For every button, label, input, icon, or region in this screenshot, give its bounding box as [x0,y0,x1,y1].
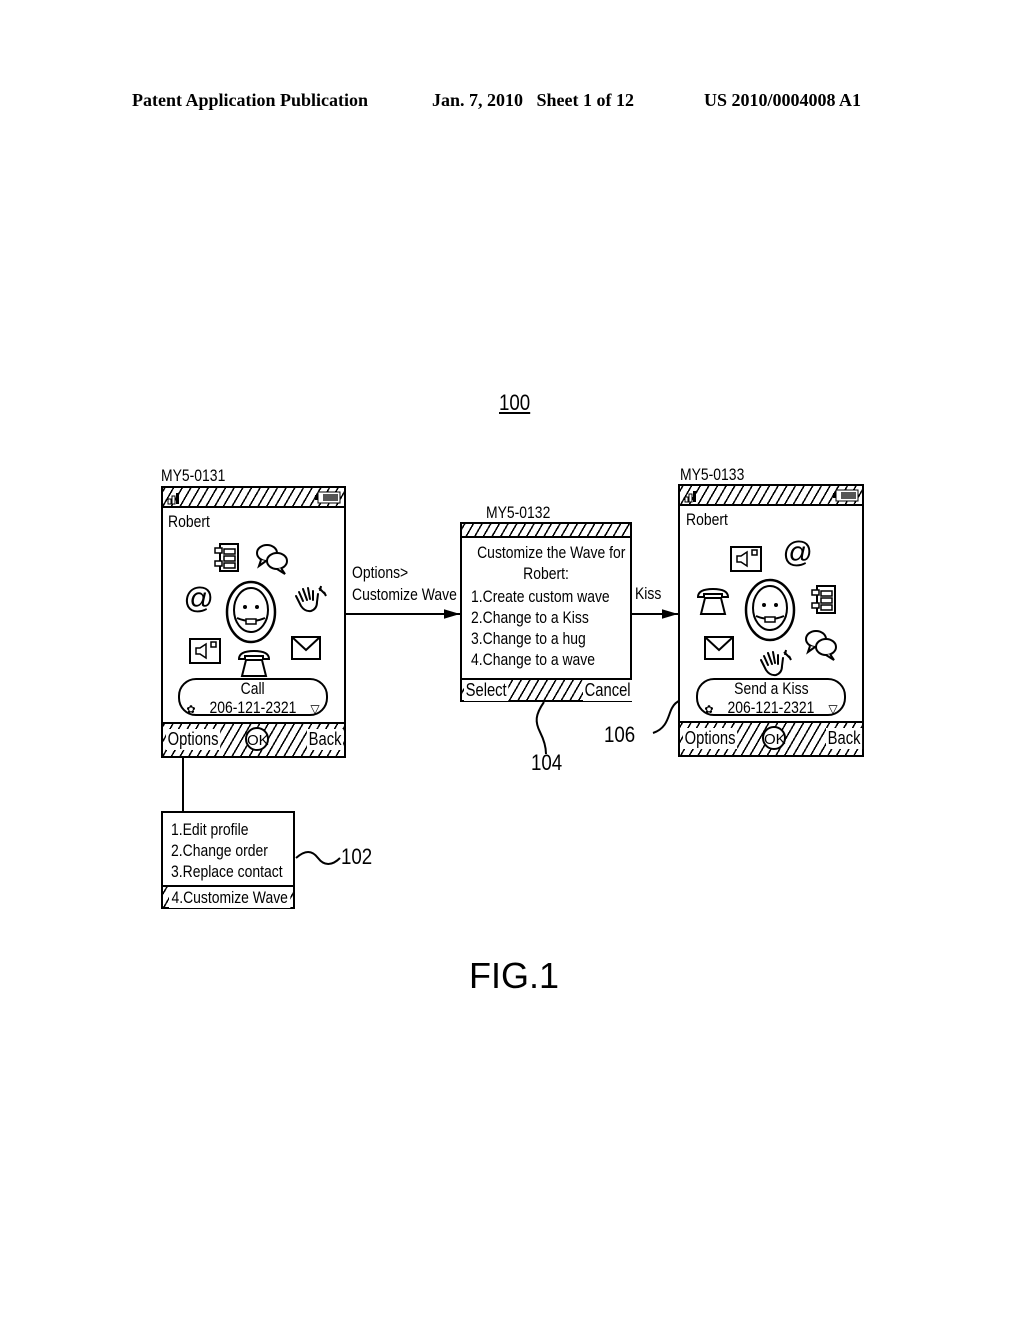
chat-bubbles-icon[interactable] [255,542,289,576]
option-change-to-wave[interactable]: 4.Change to a wave [471,649,610,670]
at-icon[interactable]: @ [183,582,213,616]
callout-102-leader [295,851,341,865]
callout-106: 106 [604,722,636,747]
at-icon[interactable]: @ [782,536,812,570]
soft-key-bar: Options OK Back [680,721,863,755]
wave-hand-icon[interactable] [291,582,327,614]
flower-icon: ✿ [704,704,714,716]
phone-number: 206-121-2321 [209,698,297,717]
call-action-pill[interactable]: Call ✿ 206-121-2321 ▽ [178,678,328,716]
back-softkey[interactable]: Back [307,729,344,750]
dropdown-triangle-icon[interactable]: ▽ [310,702,319,716]
send-kiss-action-pill[interactable]: Send a Kiss ✿ 206-121-2321 ▽ [696,678,846,716]
transition-label-options: Options> [352,563,409,582]
middle-screen-id: MY5-0132 [486,503,551,522]
flower-icon: ✿ [186,704,196,716]
back-softkey[interactable]: Back [826,728,863,749]
ok-button[interactable]: OK [245,727,269,751]
action-title: Call [240,679,266,698]
signal-strength-icon [167,493,179,505]
option-create-custom-wave[interactable]: 1.Create custom wave [471,586,610,607]
callout-104: 104 [531,750,563,775]
callout-104-leader [535,701,547,755]
signal-strength-icon [684,491,696,503]
telephone-icon[interactable] [696,586,730,616]
phone-number: 206-121-2321 [727,698,815,717]
soft-key-bar: Options OK Back [163,722,344,756]
middle-dialog-screen: Customize the Wave for Robert: 1.Create … [460,522,633,702]
menu-item-edit-profile[interactable]: 1.Edit profile [171,819,271,840]
figure-caption: FIG.1 [469,955,560,996]
dialog-title: Customize the Wave for [477,543,626,562]
telephone-icon[interactable] [237,648,271,678]
dialog-title-contact: Robert: [523,564,569,583]
options-menu: 1.Edit profile 2.Change order 3.Replace … [161,811,295,909]
contact-name: Robert [686,510,728,529]
menu-item-change-order[interactable]: 2.Change order [171,840,271,861]
select-softkey[interactable]: Select [464,680,509,701]
cancel-softkey[interactable]: Cancel [583,680,633,701]
address-book-icon[interactable] [213,542,241,574]
right-phone-screen: Robert @ Send a Kiss ✿ 206-121-2321 ▽ Op… [678,484,864,757]
menu-item-customize-wave-row[interactable]: 4.Customize Wave [163,885,293,908]
wave-hand-icon[interactable] [756,646,792,678]
contact-name: Robert [168,512,210,531]
status-bar [163,488,344,508]
left-phone-screen: Robert @ Call ✿ 206-121-2321 ▽ Options O… [161,486,346,758]
speaker-card-icon[interactable] [730,546,762,572]
chat-bubbles-icon[interactable] [804,628,838,662]
envelope-icon[interactable] [704,636,734,660]
option-change-to-kiss[interactable]: 2.Change to a Kiss [471,607,610,628]
dropdown-triangle-icon[interactable]: ▽ [828,702,837,716]
envelope-icon[interactable] [291,636,321,660]
status-bar [680,486,862,506]
action-title: Send a Kiss [733,679,809,698]
avatar-face-icon[interactable] [744,578,796,642]
battery-icon [833,489,859,502]
left-screen-id: MY5-0131 [161,466,226,485]
right-screen-id: MY5-0133 [680,465,745,484]
speaker-card-icon[interactable] [189,638,221,664]
ok-button[interactable]: OK [762,726,786,750]
transition-label-customize-wave: Customize Wave [352,585,457,604]
menu-item-customize-wave[interactable]: 4.Customize Wave [169,887,291,908]
callout-102: 102 [341,844,373,869]
dialog-title-bar [462,524,630,538]
dialog-soft-key-bar: Select Cancel [462,678,633,701]
battery-icon [315,491,341,504]
options-softkey[interactable]: Options [683,728,738,749]
address-book-icon[interactable] [810,584,838,616]
options-softkey[interactable]: Options [166,729,221,750]
option-change-to-hug[interactable]: 3.Change to a hug [471,628,610,649]
avatar-face-icon[interactable] [225,580,277,644]
menu-item-replace-contact[interactable]: 3.Replace contact [171,861,283,882]
